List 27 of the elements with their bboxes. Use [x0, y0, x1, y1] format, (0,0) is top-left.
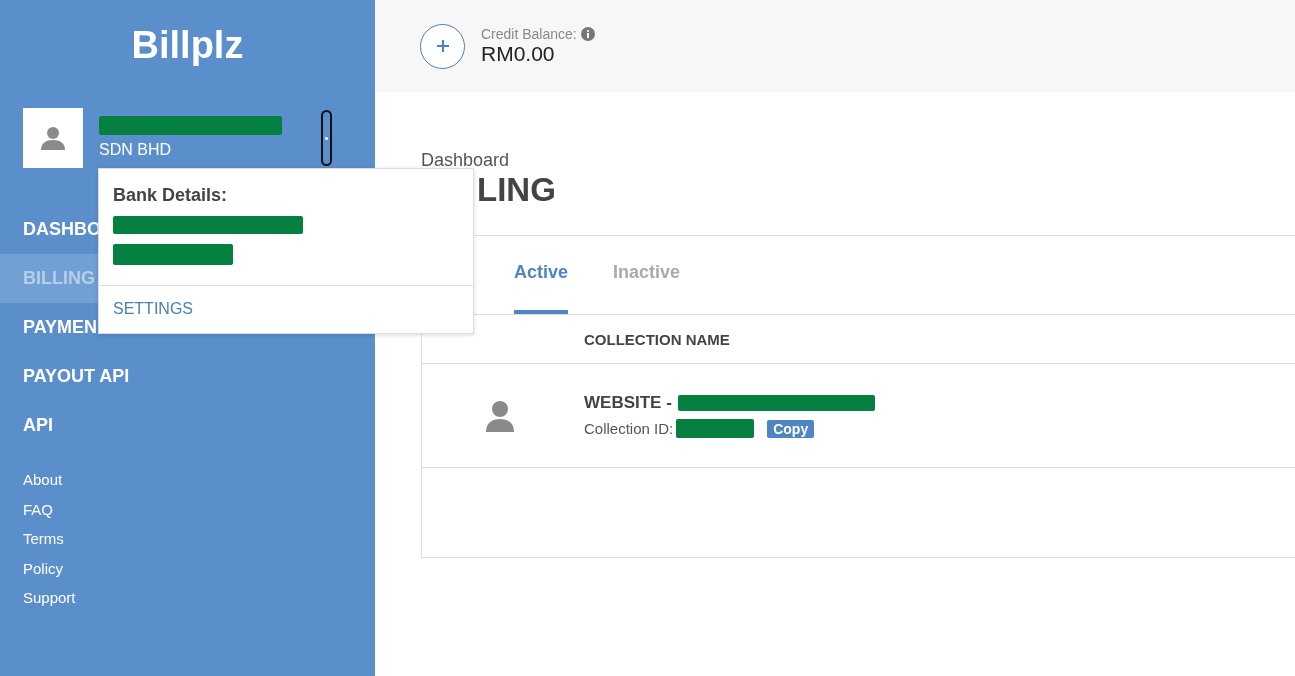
- credit-value: RM0.00: [481, 42, 556, 66]
- column-header: COLLECTION NAME: [584, 330, 730, 348]
- company-name: SDN BHD: [99, 141, 172, 159]
- breadcrumb: Dashboard: [421, 150, 511, 171]
- copy-button[interactable]: Copy: [767, 419, 815, 438]
- collection-id-label: Collection ID:: [584, 420, 674, 437]
- nav-item[interactable]: API: [0, 401, 375, 450]
- settings-link[interactable]: SETTINGS: [113, 300, 193, 317]
- footer-link[interactable]: Support: [23, 583, 375, 613]
- tab[interactable]: Active: [514, 236, 569, 314]
- popup-title: Bank Details:: [113, 185, 229, 206]
- footer-link[interactable]: About: [23, 465, 375, 495]
- logo: Billplz: [130, 23, 245, 68]
- nav-item[interactable]: PAYOUT API: [0, 352, 375, 401]
- credit-label: Credit Balance:: [481, 26, 577, 42]
- add-credit-button[interactable]: [420, 23, 465, 69]
- info-icon[interactable]: [580, 27, 595, 41]
- collection-name: WEBSITE -: [584, 393, 672, 413]
- footer-link[interactable]: Terms: [23, 524, 375, 554]
- user-icon: [485, 399, 515, 432]
- plus-icon: [435, 39, 450, 53]
- footer-link[interactable]: Policy: [23, 553, 375, 583]
- user-icon: [39, 125, 67, 151]
- footer-link[interactable]: FAQ: [23, 494, 375, 524]
- dropdown-toggle[interactable]: [321, 110, 332, 166]
- page-title: LING: [477, 171, 557, 210]
- tab[interactable]: Inactive: [613, 236, 681, 314]
